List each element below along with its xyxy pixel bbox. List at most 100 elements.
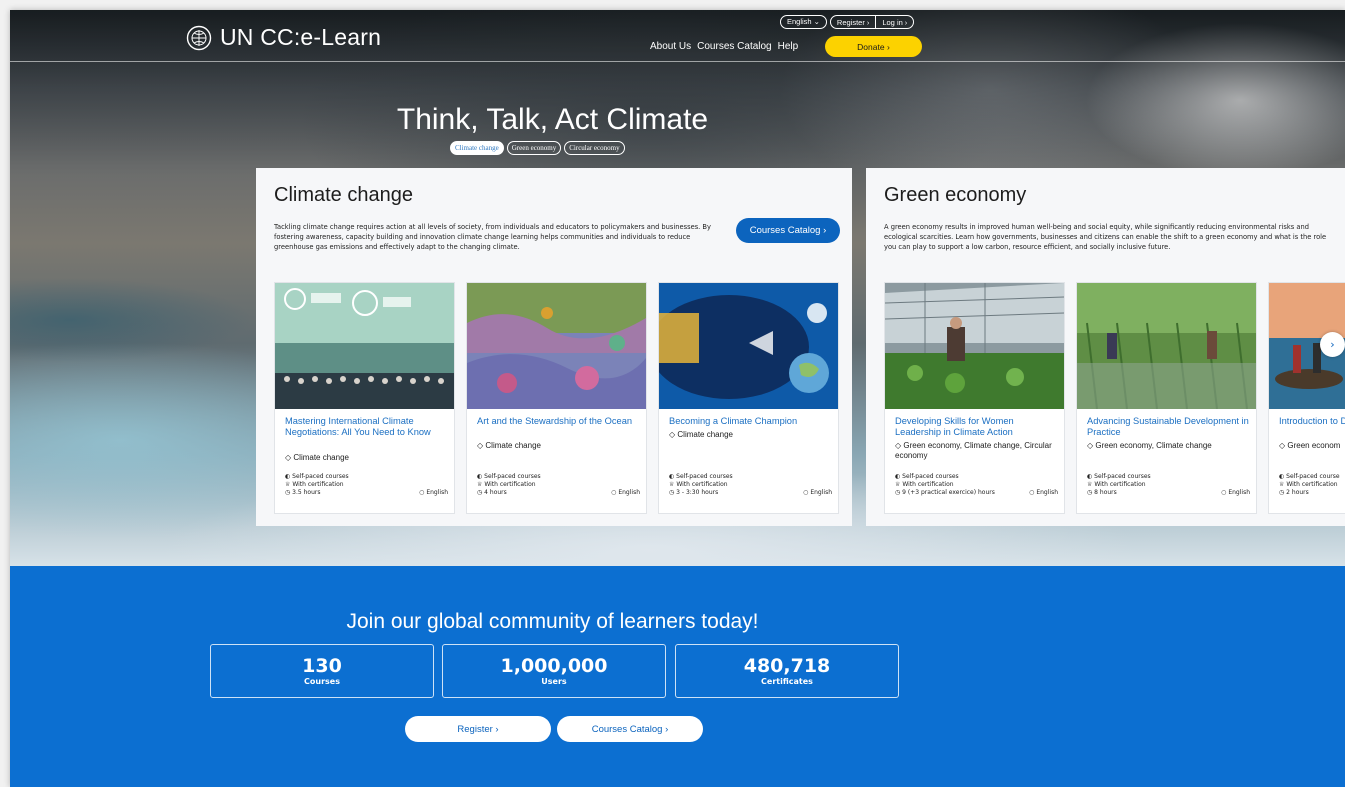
- site-logo[interactable]: UN CC:e-Learn: [186, 24, 381, 51]
- course-tag: ◇ Climate change: [477, 441, 642, 451]
- clock-icon: ◷: [285, 489, 291, 496]
- cert-row: ♕ With certification: [285, 481, 349, 489]
- courses-catalog-button[interactable]: Courses Catalog ›: [557, 716, 703, 742]
- stat-value: 130: [302, 655, 342, 677]
- stat-label: Courses: [304, 677, 340, 686]
- course-card[interactable]: Introduction to Development ◇ Green econ…: [1268, 282, 1345, 514]
- chevron-right-icon: ›: [495, 723, 499, 735]
- course-card[interactable]: Art and the Stewardship of the Ocean ◇ C…: [466, 282, 647, 514]
- course-tag: ◇ Climate change: [669, 430, 834, 440]
- pace-row: ◐ Self-paced courses: [285, 473, 349, 481]
- course-meta: ◐ Self-paced courses ♕ With certificatio…: [1087, 473, 1151, 497]
- course-meta: ◐ Self-paced courses ♕ With certificatio…: [669, 473, 733, 497]
- register-button[interactable]: Register ›: [405, 716, 551, 742]
- course-meta: ◐ Self-paced course ♕ With certification…: [1279, 473, 1340, 497]
- pace-label: Self-paced course: [1286, 473, 1340, 480]
- donate-button[interactable]: Donate ›: [825, 36, 922, 57]
- clock-icon: ◷: [1087, 489, 1093, 496]
- language-label: English: [787, 17, 812, 26]
- cert-row: ♕ With certification: [477, 481, 541, 489]
- duration-label: 4 hours: [484, 489, 507, 496]
- certificate-icon: ♕: [669, 481, 675, 488]
- course-language: ○ English: [1029, 489, 1058, 496]
- stat-label: Users: [541, 677, 567, 686]
- chevron-right-icon: ›: [886, 41, 890, 52]
- course-card[interactable]: Becoming a Climate Champion ◇ Climate ch…: [658, 282, 839, 514]
- cert-label: With certification: [676, 481, 728, 488]
- duration-label: 3 - 3:30 hours: [676, 489, 719, 496]
- carousel-next-button[interactable]: ›: [1320, 332, 1345, 357]
- course-title[interactable]: Art and the Stewardship of the Ocean: [477, 416, 642, 427]
- pace-row: ◐ Self-paced courses: [477, 473, 541, 481]
- panel-title: Green economy: [884, 184, 1027, 206]
- clock-icon: ◷: [477, 489, 483, 496]
- globe-icon: ○: [1221, 489, 1227, 496]
- course-card[interactable]: Mastering International Climate Negotiat…: [274, 282, 455, 514]
- clock-icon: ◷: [895, 489, 901, 496]
- panel-climate-change: Climate change Tackling climate change r…: [256, 168, 852, 526]
- pace-icon: ◐: [477, 473, 483, 480]
- pace-row: ◐ Self-paced course: [1279, 473, 1340, 481]
- course-image: [1077, 283, 1256, 409]
- language-label: English: [618, 489, 640, 496]
- nav-about-us[interactable]: About Us: [650, 41, 691, 52]
- chevron-right-icon: ›: [904, 18, 908, 27]
- stat-courses: 130 Courses: [210, 644, 434, 698]
- pace-label: Self-paced courses: [676, 473, 733, 480]
- certificate-icon: ♕: [895, 481, 901, 488]
- cert-row: ♕ With certification: [895, 481, 995, 489]
- chevron-down-icon: ⌄: [813, 17, 820, 26]
- language-selector[interactable]: English ⌄: [780, 15, 827, 29]
- course-title[interactable]: Developing Skills for Women Leadership i…: [895, 416, 1060, 438]
- account-links: Register › Log in ›: [829, 15, 915, 30]
- community-title: Join our global community of learners to…: [346, 610, 759, 633]
- chip-climate-change[interactable]: Climate change: [450, 141, 504, 155]
- main-nav: About Us Courses Catalog Help: [650, 41, 798, 52]
- duration-row: ◷ 3.5 hours: [285, 489, 349, 497]
- tag-icon: ◇: [477, 441, 484, 450]
- course-card[interactable]: Advancing Sustainable Development in Pra…: [1076, 282, 1257, 514]
- certificate-icon: ♕: [1279, 481, 1285, 488]
- tag-label: Green economy, Climate change: [1095, 441, 1212, 450]
- chevron-right-icon: ›: [665, 723, 669, 735]
- pace-icon: ◐: [285, 473, 291, 480]
- tag-label: Climate change: [293, 453, 349, 462]
- panel-title: Climate change: [274, 184, 413, 206]
- language-label: English: [810, 489, 832, 496]
- courses-catalog-button[interactable]: Courses Catalog ›: [736, 218, 840, 243]
- login-label: Log in: [882, 18, 903, 27]
- site-name: UN CC:e-Learn: [220, 24, 382, 50]
- course-title[interactable]: Becoming a Climate Champion: [669, 416, 834, 427]
- certificate-icon: ♕: [1087, 481, 1093, 488]
- course-card[interactable]: Developing Skills for Women Leadership i…: [884, 282, 1065, 514]
- tag-icon: ◇: [895, 441, 902, 450]
- certificate-icon: ♕: [285, 481, 291, 488]
- pace-icon: ◐: [669, 473, 675, 480]
- tag-label: Green economy, Climate change, Circular …: [895, 441, 1052, 460]
- duration-row: ◷ 9 (+3 practical exercice) hours: [895, 489, 995, 497]
- button-label: Courses Catalog: [749, 225, 821, 236]
- chevron-right-icon: ›: [866, 18, 870, 27]
- clock-icon: ◷: [1279, 489, 1285, 496]
- course-title[interactable]: Introduction to Development: [1279, 416, 1345, 427]
- login-link[interactable]: Log in ›: [876, 16, 913, 30]
- course-tag: ◇ Climate change: [285, 453, 450, 463]
- hero-title: Think, Talk, Act Climate: [396, 103, 709, 136]
- chevron-right-icon: ›: [1330, 338, 1335, 351]
- course-meta: ◐ Self-paced courses ♕ With certificatio…: [477, 473, 541, 497]
- chip-green-economy[interactable]: Green economy: [506, 141, 562, 155]
- clock-icon: ◷: [669, 489, 675, 496]
- chip-circular-economy[interactable]: Circular economy: [564, 141, 625, 155]
- duration-label: 8 hours: [1094, 489, 1117, 496]
- pace-label: Self-paced courses: [292, 473, 349, 480]
- nav-courses-catalog[interactable]: Courses Catalog: [697, 41, 771, 52]
- pace-label: Self-paced courses: [1094, 473, 1151, 480]
- course-title[interactable]: Mastering International Climate Negotiat…: [285, 416, 450, 438]
- course-image: [659, 283, 838, 409]
- duration-row: ◷ 2 hours: [1279, 489, 1340, 497]
- nav-help[interactable]: Help: [778, 41, 799, 52]
- globe-icon: ○: [803, 489, 809, 496]
- register-link[interactable]: Register ›: [831, 16, 875, 30]
- course-meta: ◐ Self-paced courses ♕ With certificatio…: [285, 473, 349, 497]
- course-title[interactable]: Advancing Sustainable Development in Pra…: [1087, 416, 1252, 438]
